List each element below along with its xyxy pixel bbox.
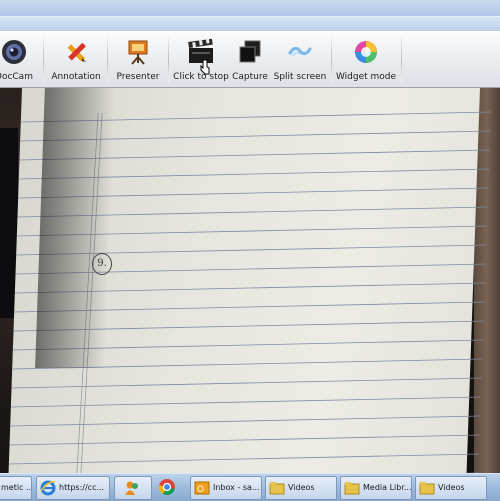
svg-text:O: O bbox=[197, 485, 204, 495]
taskbar-item-label: Media Libr... bbox=[363, 483, 412, 492]
presenter-label: Presenter bbox=[116, 72, 160, 82]
folder-icon bbox=[344, 482, 360, 495]
handwritten-page-number: 9. bbox=[92, 253, 112, 275]
capture-button[interactable]: Capture bbox=[230, 31, 270, 87]
window-title-strip bbox=[0, 0, 500, 31]
split-screen-button[interactable]: Split screen bbox=[272, 31, 328, 87]
taskbar-item-label: https://cc... bbox=[59, 483, 105, 492]
ruled-line bbox=[9, 434, 480, 446]
camera-view[interactable]: 9. bbox=[0, 88, 500, 473]
folder-icon bbox=[419, 482, 435, 495]
ruled-line bbox=[8, 453, 480, 465]
doccam-button[interactable]: DocCam bbox=[0, 31, 40, 87]
pencil-ruler-icon bbox=[67, 42, 86, 62]
presentation-easel-icon bbox=[128, 40, 148, 65]
ruled-line bbox=[10, 415, 481, 427]
taskbar-item-messenger[interactable] bbox=[114, 476, 152, 500]
presenter-button[interactable]: Presenter bbox=[112, 31, 164, 87]
taskbar-item-folder[interactable]: Videos bbox=[265, 476, 337, 500]
webcam-icon bbox=[2, 40, 26, 64]
hand-shadow bbox=[35, 88, 115, 368]
record-stop-button[interactable]: Click to stop bbox=[173, 31, 229, 87]
internet-explorer-icon bbox=[40, 480, 56, 496]
annotation-button[interactable]: Annotation bbox=[47, 31, 105, 87]
toolbar-separator bbox=[401, 35, 402, 83]
toolbar-separator bbox=[43, 35, 44, 83]
chrome-icon[interactable] bbox=[157, 477, 177, 497]
messenger-icon bbox=[125, 481, 138, 495]
taskbar-item-label: Videos bbox=[288, 483, 315, 492]
split-screen-label: Split screen bbox=[273, 72, 327, 82]
outlook-icon: O bbox=[194, 481, 210, 495]
windows-taskbar: metic ... https://cc... O Inbox - sa... bbox=[0, 473, 500, 501]
taskbar-item-outlook[interactable]: O Inbox - sa... bbox=[190, 476, 262, 500]
widget-mode-label: Widget mode bbox=[335, 72, 397, 82]
split-screen-icon bbox=[288, 46, 312, 56]
taskbar-item-label: Videos bbox=[438, 483, 465, 492]
widget-mode-button[interactable]: Widget mode bbox=[335, 31, 397, 87]
taskbar-item-browser[interactable]: https://cc... bbox=[36, 476, 110, 500]
color-wheel-icon bbox=[355, 41, 377, 63]
toolbar-separator bbox=[331, 35, 332, 83]
window-frame-bar bbox=[0, 16, 500, 31]
toolbar-separator bbox=[107, 35, 108, 83]
record-stop-label: Click to stop bbox=[173, 72, 229, 82]
toolbar-separator bbox=[168, 35, 169, 83]
annotation-label: Annotation bbox=[51, 72, 101, 82]
taskbar-item-label: Inbox - sa... bbox=[213, 483, 260, 492]
taskbar-item-label: metic ... bbox=[1, 483, 32, 492]
taskbar-item-folder[interactable]: Media Libr... bbox=[340, 476, 412, 500]
taskbar-item-folder[interactable]: Videos bbox=[415, 476, 487, 500]
doccam-toolbar: DocCam Annotation Presenter bbox=[0, 31, 500, 88]
doccam-label: DocCam bbox=[0, 72, 33, 82]
capture-photos-icon bbox=[239, 40, 261, 63]
folder-icon bbox=[269, 482, 285, 495]
taskbar-item[interactable]: metic ... bbox=[0, 476, 32, 500]
capture-label: Capture bbox=[232, 72, 268, 82]
